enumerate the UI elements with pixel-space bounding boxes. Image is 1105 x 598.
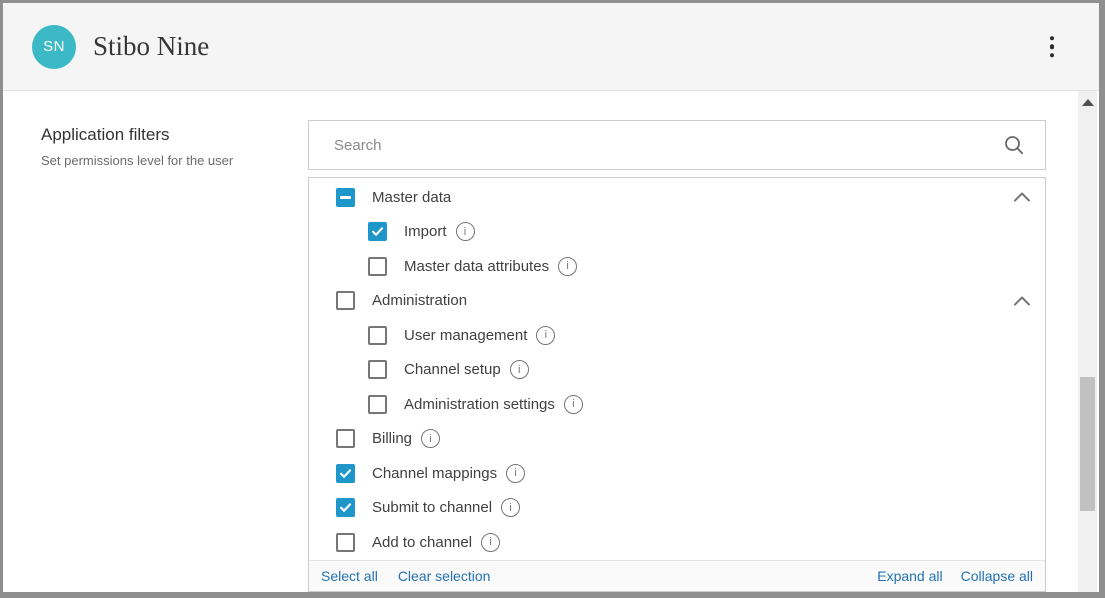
info-icon[interactable]: i bbox=[536, 326, 555, 345]
scroll-up-arrow-icon[interactable] bbox=[1082, 99, 1094, 106]
tree-row-label: User management bbox=[404, 327, 527, 344]
tree-row[interactable]: Import i bbox=[309, 215, 1045, 250]
tree-footer: Select all Clear selection Expand all Co… bbox=[309, 560, 1045, 592]
select-all-link[interactable]: Select all bbox=[321, 568, 378, 584]
info-icon[interactable]: i bbox=[456, 222, 475, 241]
info-icon[interactable]: i bbox=[481, 533, 500, 552]
tree-row[interactable]: User management i bbox=[309, 318, 1045, 353]
chevron-up-icon[interactable] bbox=[1013, 191, 1031, 203]
tree-row[interactable]: Administration bbox=[309, 284, 1045, 319]
tree-row-label: Import bbox=[404, 223, 447, 240]
checkbox-unchecked[interactable] bbox=[368, 326, 387, 345]
checkbox-unchecked[interactable] bbox=[368, 360, 387, 379]
checkbox-indeterminate[interactable] bbox=[336, 188, 355, 207]
tree-row[interactable]: Submit to channel i bbox=[309, 491, 1045, 526]
checkbox-checked[interactable] bbox=[336, 464, 355, 483]
tree-row-label: Administration bbox=[372, 292, 467, 309]
tree-row-label: Billing bbox=[372, 430, 412, 447]
checkbox-checked[interactable] bbox=[336, 498, 355, 517]
checkbox-unchecked[interactable] bbox=[368, 395, 387, 414]
section-title: Application filters bbox=[41, 125, 291, 145]
tree-row[interactable]: Add to channel i bbox=[309, 525, 1045, 560]
search-box bbox=[308, 120, 1046, 170]
tree-row[interactable]: Channel mappings i bbox=[309, 456, 1045, 491]
checkbox-unchecked[interactable] bbox=[336, 533, 355, 552]
app-header: SN Stibo Nine bbox=[3, 3, 1099, 91]
section-subtitle: Set permissions level for the user bbox=[41, 153, 291, 168]
collapse-all-link[interactable]: Collapse all bbox=[961, 568, 1033, 584]
clear-selection-link[interactable]: Clear selection bbox=[398, 568, 491, 584]
permissions-tree: Master data Import i Master data attribu… bbox=[308, 177, 1046, 592]
search-icon[interactable] bbox=[1003, 134, 1025, 156]
tree-row[interactable]: Channel setup i bbox=[309, 353, 1045, 388]
kebab-menu-icon[interactable] bbox=[1044, 30, 1061, 64]
app-window: SN Stibo Nine Application filters Set pe… bbox=[0, 0, 1105, 598]
tree-row-label: Master data bbox=[372, 189, 451, 206]
search-input[interactable] bbox=[309, 121, 1003, 169]
info-icon[interactable]: i bbox=[421, 429, 440, 448]
info-icon[interactable]: i bbox=[564, 395, 583, 414]
tree-row-label: Submit to channel bbox=[372, 499, 492, 516]
tree-row-label: Channel mappings bbox=[372, 465, 497, 482]
tree-row-label: Add to channel bbox=[372, 534, 472, 551]
checkbox-unchecked[interactable] bbox=[368, 257, 387, 276]
tree-row[interactable]: Billing i bbox=[309, 422, 1045, 457]
tree-rows: Master data Import i Master data attribu… bbox=[309, 178, 1045, 560]
chevron-up-icon[interactable] bbox=[1013, 295, 1031, 307]
expand-all-link[interactable]: Expand all bbox=[877, 568, 942, 584]
info-icon[interactable]: i bbox=[510, 360, 529, 379]
checkbox-unchecked[interactable] bbox=[336, 429, 355, 448]
vertical-scrollbar[interactable] bbox=[1078, 91, 1097, 592]
tree-row[interactable]: Master data attributes i bbox=[309, 249, 1045, 284]
avatar: SN bbox=[32, 25, 76, 69]
tree-row[interactable]: Administration settings i bbox=[309, 387, 1045, 422]
info-icon[interactable]: i bbox=[501, 498, 520, 517]
tree-row-label: Master data attributes bbox=[404, 258, 549, 275]
info-icon[interactable]: i bbox=[558, 257, 577, 276]
checkbox-checked[interactable] bbox=[368, 222, 387, 241]
application-filters-panel: Application filters Set permissions leve… bbox=[41, 125, 291, 168]
scrollbar-thumb[interactable] bbox=[1080, 377, 1095, 511]
tree-row-label: Channel setup bbox=[404, 361, 501, 378]
info-icon[interactable]: i bbox=[506, 464, 525, 483]
page-title: Stibo Nine bbox=[93, 31, 209, 62]
checkbox-unchecked[interactable] bbox=[336, 291, 355, 310]
tree-row[interactable]: Master data bbox=[309, 180, 1045, 215]
tree-row-label: Administration settings bbox=[404, 396, 555, 413]
